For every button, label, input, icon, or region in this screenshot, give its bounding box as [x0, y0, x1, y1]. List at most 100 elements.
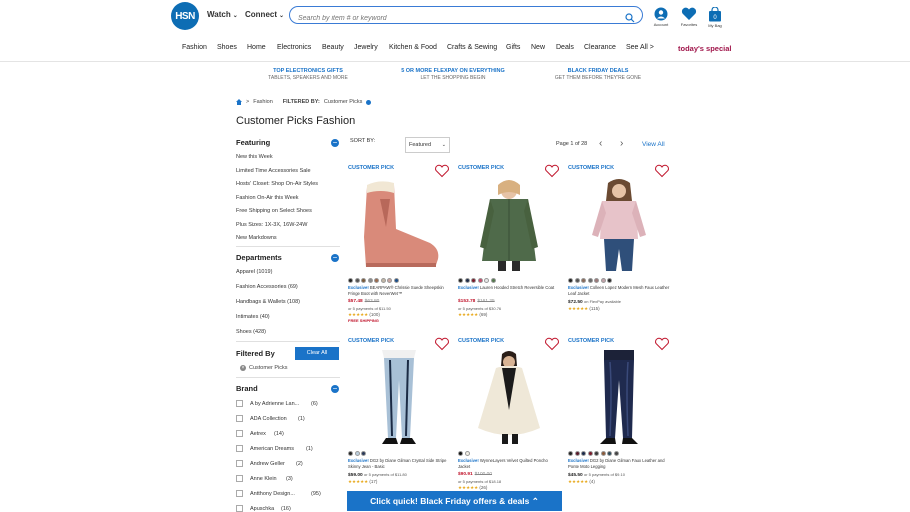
department-item[interactable]: Apparel (1019)	[236, 269, 272, 275]
close-icon[interactable]: ×	[240, 365, 246, 371]
color-swatch[interactable]	[464, 278, 470, 283]
nav-item[interactable]: New	[531, 44, 545, 51]
sort-select[interactable]: Featured ⌄	[405, 137, 450, 153]
color-swatch[interactable]	[594, 278, 599, 283]
nav-item[interactable]: Kitchen & Food	[389, 44, 437, 51]
clear-all-button[interactable]: Clear All	[295, 347, 339, 360]
search-icon[interactable]	[625, 10, 635, 28]
color-swatch[interactable]	[354, 278, 360, 283]
color-swatch[interactable]	[471, 278, 476, 283]
color-swatch[interactable]	[361, 278, 366, 283]
nav-item[interactable]: Deals	[556, 44, 574, 51]
nav-item[interactable]: See All >	[626, 44, 654, 51]
product-card[interactable]: CUSTOMER PICK Exclusive! Colleen Lopez M…	[566, 163, 672, 328]
rating-stars[interactable]: ★★★★★ (17)	[348, 479, 377, 485]
brand-checkbox[interactable]	[236, 475, 243, 482]
brand-checkbox[interactable]	[236, 400, 243, 407]
breadcrumb-fashion[interactable]: Fashion	[253, 99, 273, 105]
color-swatch[interactable]	[607, 451, 612, 456]
collapse-departments-icon[interactable]: −	[331, 254, 339, 262]
featuring-item[interactable]: New this Week	[236, 154, 273, 160]
promo-electronics[interactable]: TOP ELECTRONICS GIFTS TABLETS, SPEAKERS A…	[233, 68, 383, 81]
color-swatch[interactable]	[581, 451, 586, 456]
brand-checkbox[interactable]	[236, 460, 243, 467]
color-swatch[interactable]	[587, 451, 593, 456]
rating-stars[interactable]: ★★★★★ (4)	[568, 479, 595, 485]
featuring-heading[interactable]: Featuring	[236, 138, 270, 147]
color-swatch[interactable]	[484, 278, 489, 283]
color-swatch[interactable]	[600, 451, 606, 456]
department-item[interactable]: Intimates (40)	[236, 314, 270, 320]
product-name[interactable]: Exclusive! DG2 by Diane Gilman Faux Leat…	[568, 458, 670, 471]
product-card[interactable]: CUSTOMER PICK Exclusive! WynneLayers Vel…	[456, 336, 562, 501]
department-item[interactable]: Shoes (428)	[236, 329, 266, 335]
brand-checkbox[interactable]	[236, 490, 243, 497]
featuring-item[interactable]: Free Shipping on Select Shoes	[236, 208, 312, 214]
departments-heading[interactable]: Departments	[236, 253, 282, 262]
product-name[interactable]: Exclusive! WynneLayers Velvet Quilted Po…	[458, 458, 560, 471]
featuring-item[interactable]: Hosts' Closet: Shop On-Air Styles	[236, 181, 318, 187]
account-button[interactable]: Account	[648, 7, 674, 27]
bag-button[interactable]: 0 My Bag	[702, 7, 728, 28]
collapse-brand-icon[interactable]: −	[331, 385, 339, 393]
color-swatch[interactable]	[477, 278, 483, 283]
brand-option[interactable]: A by Adrienne Lan... (6)	[236, 400, 318, 407]
brand-option[interactable]: Andrew Geller (2)	[236, 460, 303, 467]
color-swatch[interactable]	[574, 278, 580, 283]
product-name[interactable]: Exclusive! Lauren Hooded Stretch Reversi…	[458, 285, 560, 291]
color-swatch[interactable]	[594, 451, 599, 456]
brand-option[interactable]: Antthony Design... (95)	[236, 490, 321, 497]
color-swatch[interactable]	[380, 278, 386, 283]
color-swatch[interactable]	[348, 451, 353, 456]
promo-flexpay[interactable]: 5 OR MORE FLEXPAY ON EVERYTHING LET THE S…	[378, 68, 528, 81]
nav-item[interactable]: Beauty	[322, 44, 344, 51]
color-swatch[interactable]	[607, 278, 612, 283]
view-all-link[interactable]: View All	[642, 141, 665, 148]
next-page-icon[interactable]: ›	[620, 138, 623, 149]
product-card[interactable]: CUSTOMER PICK Exclusive! DG2 by Diane Gi…	[346, 336, 452, 501]
collapse-featuring-icon[interactable]: −	[331, 139, 339, 147]
department-item[interactable]: Handbags & Wallets (108)	[236, 299, 300, 305]
color-swatch[interactable]	[587, 278, 593, 283]
color-swatch[interactable]	[568, 451, 573, 456]
product-name[interactable]: Exclusive! Colleen Lopez Modern Mesh Fau…	[568, 285, 670, 298]
featuring-item[interactable]: Fashion On-Air this Week	[236, 195, 299, 201]
todays-special-link[interactable]: today's special	[678, 44, 731, 53]
color-swatch[interactable]	[374, 278, 379, 283]
nav-item[interactable]: Jewelry	[354, 44, 378, 51]
brand-option[interactable]: ADA Collection (1)	[236, 415, 305, 422]
brand-checkbox[interactable]	[236, 415, 243, 422]
filter-chip[interactable]: × Customer Picks	[240, 365, 288, 371]
color-swatch[interactable]	[490, 278, 496, 283]
connect-menu[interactable]: Connect ⌄	[245, 10, 284, 19]
product-name[interactable]: Exclusive! DG2 by Diane Gilman Crystal S…	[348, 458, 450, 471]
brand-checkbox[interactable]	[236, 445, 243, 452]
color-swatch[interactable]	[464, 451, 470, 456]
color-swatch[interactable]	[574, 451, 580, 456]
color-swatch[interactable]	[348, 278, 353, 283]
nav-item[interactable]: Gifts	[506, 44, 520, 51]
brand-option[interactable]: Anne Klein (3)	[236, 475, 293, 482]
department-item[interactable]: Fashion Accessories (69)	[236, 284, 298, 290]
watch-menu[interactable]: Watch ⌄	[207, 10, 238, 19]
color-swatch[interactable]	[600, 278, 606, 283]
rating-stars[interactable]: ★★★★★ (115)	[568, 306, 600, 312]
color-swatch[interactable]	[393, 278, 399, 283]
product-card[interactable]: CUSTOMER PICK Exclusive! Lauren Hooded S…	[456, 163, 562, 328]
color-swatch[interactable]	[613, 451, 619, 456]
brand-heading[interactable]: Brand	[236, 384, 258, 393]
prev-page-icon[interactable]: ‹	[599, 138, 602, 149]
nav-item[interactable]: Crafts & Sewing	[447, 44, 497, 51]
remove-filter-icon[interactable]	[366, 99, 372, 105]
featuring-item[interactable]: Plus Sizes: 1X-3X, 16W-24W	[236, 222, 307, 228]
color-swatch[interactable]	[361, 451, 366, 456]
color-swatch[interactable]	[458, 278, 463, 283]
product-name[interactable]: Exclusive! BEARPAW® Chrissie Suede Sheep…	[348, 285, 450, 298]
nav-item[interactable]: Home	[247, 44, 266, 51]
nav-item[interactable]: Shoes	[217, 44, 237, 51]
favorites-button[interactable]: Favorites	[676, 7, 702, 27]
black-friday-banner[interactable]: Click quick! Black Friday offers & deals…	[347, 491, 562, 511]
color-swatch[interactable]	[458, 451, 463, 456]
hsn-logo[interactable]: HSN	[171, 2, 199, 30]
featuring-item[interactable]: New Markdowns	[236, 235, 277, 241]
